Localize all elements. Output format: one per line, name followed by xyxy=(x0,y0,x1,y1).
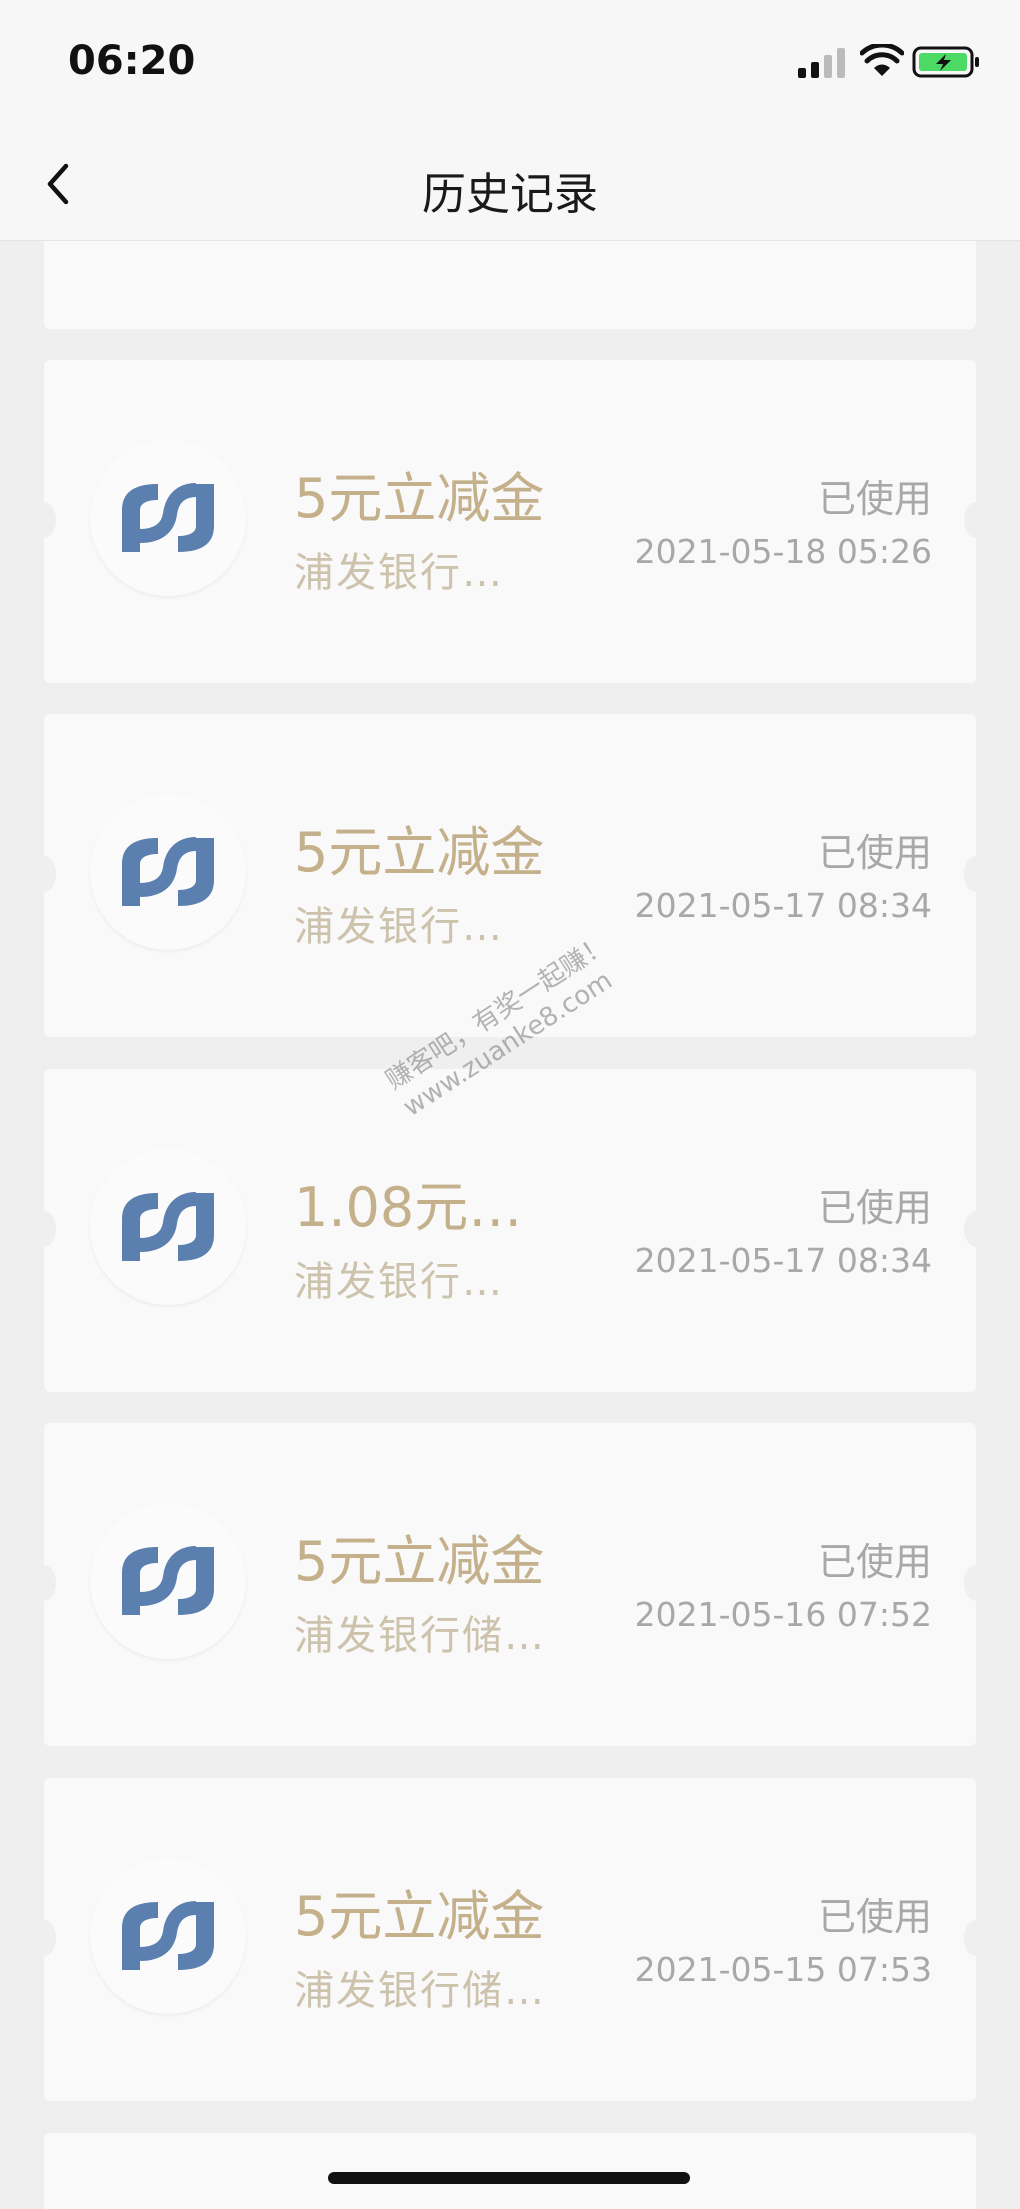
coupon-title: 5元立减金 xyxy=(294,821,545,884)
spdb-logo-icon xyxy=(122,1901,214,1970)
coupon-date: 2021-05-16 07:52 xyxy=(634,1595,932,1634)
coupon-subtitle: 浦发银行… xyxy=(294,550,504,596)
coupon-subtitle: 浦发银行储… xyxy=(294,1968,546,2014)
coupon-card[interactable]: 5元立减金 浦发银行… 已使用 2021-05-18 05:26 xyxy=(32,360,988,683)
coupon-status: 已使用 xyxy=(817,1895,932,1939)
card-notch xyxy=(964,1211,988,1247)
coupon-date: 2021-05-17 08:34 xyxy=(634,1241,932,1280)
battery-charging-icon xyxy=(912,46,979,78)
wifi-icon xyxy=(860,44,904,76)
coupon-subtitle: 浦发银行… xyxy=(294,904,504,950)
card-notch xyxy=(32,1565,56,1601)
coupon-card[interactable]: 1.08元… 浦发银行… 已使用 2021-05-17 08:34 xyxy=(32,1069,988,1392)
card-notch xyxy=(32,1211,56,1247)
card-notch xyxy=(32,502,56,538)
spdb-logo-icon xyxy=(122,837,214,906)
page-title: 历史记录 xyxy=(422,169,598,220)
coupon-title: 5元立减金 xyxy=(294,1530,545,1593)
bank-logo xyxy=(90,1858,246,2014)
cellular-signal-icon xyxy=(798,48,845,78)
navigation-bar: 历史记录 xyxy=(0,130,1020,241)
home-indicator[interactable] xyxy=(328,2172,690,2184)
spdb-logo-icon xyxy=(122,483,214,552)
status-bar: 06:20 xyxy=(0,0,1020,130)
bank-logo xyxy=(90,440,246,596)
coupon-status: 已使用 xyxy=(817,1540,932,1584)
coupon-card[interactable]: 5元立减金 浦发银行储… 已使用 2021-05-15 07:53 xyxy=(32,1778,988,2101)
bank-logo xyxy=(90,794,246,950)
status-time: 06:20 xyxy=(68,38,196,84)
card-notch xyxy=(964,856,988,892)
coupon-title: 1.08元… xyxy=(294,1176,523,1239)
coupon-subtitle: 浦发银行储… xyxy=(294,1613,546,1659)
coupon-date: 2021-05-15 07:53 xyxy=(634,1950,932,1989)
coupon-status: 已使用 xyxy=(817,477,932,521)
bank-logo xyxy=(90,1503,246,1659)
coupon-date: 2021-05-18 05:26 xyxy=(634,532,932,571)
bank-logo xyxy=(90,1149,246,1305)
spdb-logo-icon xyxy=(122,1546,214,1615)
coupon-card-partial[interactable] xyxy=(44,241,976,329)
coupon-date: 2021-05-17 08:34 xyxy=(634,886,932,925)
card-notch xyxy=(964,502,988,538)
coupon-card[interactable]: 5元立减金 浦发银行储… 已使用 2021-05-16 07:52 xyxy=(32,1423,988,1746)
coupon-status: 已使用 xyxy=(817,831,932,875)
coupon-card-partial[interactable] xyxy=(44,2133,976,2209)
card-notch xyxy=(32,856,56,892)
card-notch xyxy=(32,1920,56,1956)
coupon-status: 已使用 xyxy=(817,1186,932,1230)
card-notch xyxy=(964,1565,988,1601)
coupon-title: 5元立减金 xyxy=(294,1885,545,1948)
coupon-subtitle: 浦发银行… xyxy=(294,1259,504,1305)
spdb-logo-icon xyxy=(122,1192,214,1261)
coupon-history-list[interactable]: 5元立减金 浦发银行… 已使用 2021-05-18 05:26 5元立减金 浦… xyxy=(0,241,1020,2209)
card-notch xyxy=(964,1920,988,1956)
coupon-title: 5元立减金 xyxy=(294,467,545,530)
